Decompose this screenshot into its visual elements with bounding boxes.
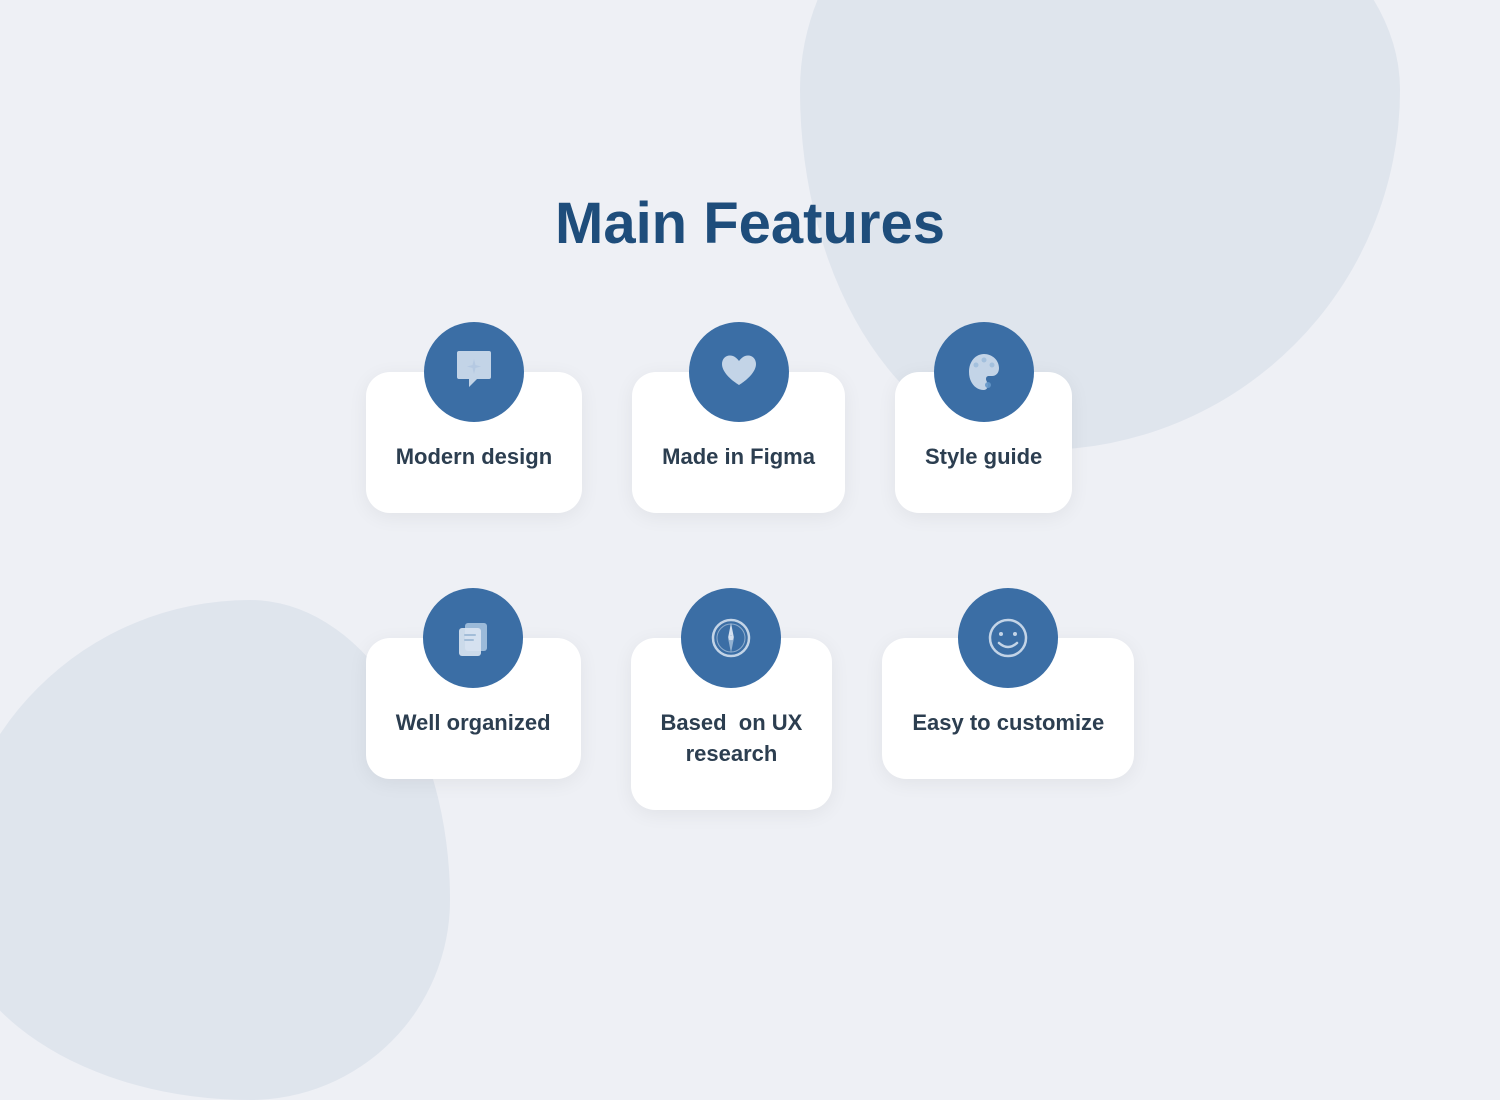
- features-row-2: Well organized Based on UXresearch: [366, 583, 1135, 810]
- layers-icon: [448, 613, 498, 663]
- page-title: Main Features: [555, 190, 945, 257]
- style-guide-icon-circle: [934, 322, 1034, 422]
- easy-to-customize-label: Easy to customize: [912, 708, 1104, 739]
- features-grid: Modern design Made in Figma: [366, 317, 1135, 809]
- feature-card-style-guide: Style guide: [895, 317, 1072, 513]
- modern-design-icon-circle: [424, 322, 524, 422]
- based-on-ux-label: Based on UXresearch: [661, 708, 803, 770]
- palette-icon: [959, 347, 1009, 397]
- modern-design-label: Modern design: [396, 442, 552, 473]
- features-row-1: Modern design Made in Figma: [366, 317, 1135, 513]
- heart-icon: [714, 347, 764, 397]
- compass-icon: [706, 613, 756, 663]
- easy-to-customize-icon-circle: [958, 588, 1058, 688]
- style-guide-label: Style guide: [925, 442, 1042, 473]
- feature-card-easy-to-customize: Easy to customize: [882, 583, 1134, 810]
- feature-card-based-on-ux: Based on UXresearch: [631, 583, 833, 810]
- feature-card-made-in-figma: Made in Figma: [632, 317, 845, 513]
- feature-card-well-organized: Well organized: [366, 583, 581, 810]
- made-in-figma-icon-circle: [689, 322, 789, 422]
- well-organized-label: Well organized: [396, 708, 551, 739]
- well-organized-icon-circle: [423, 588, 523, 688]
- feature-card-modern-design: Modern design: [366, 317, 582, 513]
- sparkle-icon: [449, 347, 499, 397]
- based-on-ux-icon-circle: [681, 588, 781, 688]
- made-in-figma-label: Made in Figma: [662, 442, 815, 473]
- smiley-icon: [983, 613, 1033, 663]
